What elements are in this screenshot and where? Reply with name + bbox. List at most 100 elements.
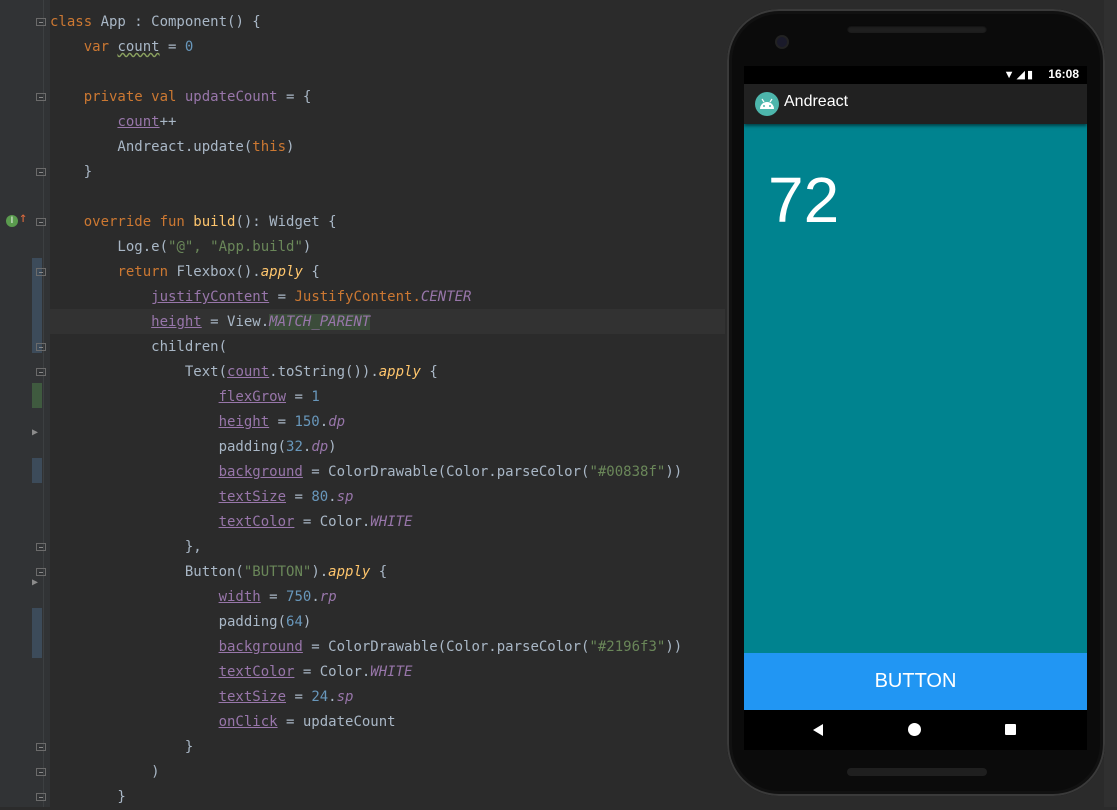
code-line[interactable]: override fun build(): Widget {: [50, 210, 682, 235]
fold-icon[interactable]: [36, 93, 46, 101]
code-line[interactable]: return Flexbox().apply {: [50, 260, 682, 285]
code-line[interactable]: },: [50, 535, 682, 560]
code-token: ++: [159, 114, 177, 130]
code-token: =: [269, 414, 295, 430]
code-token: 80: [311, 489, 329, 505]
code-line[interactable]: flexGrow = 1: [50, 385, 682, 410]
fold-icon[interactable]: [36, 218, 46, 226]
code-line[interactable]: padding(64): [50, 610, 682, 635]
change-marker[interactable]: [32, 608, 42, 658]
code-line[interactable]: count++: [50, 110, 682, 135]
deleted-marker-icon[interactable]: ▶: [32, 577, 38, 588]
fold-icon[interactable]: [36, 543, 46, 551]
fold-icon[interactable]: [36, 768, 46, 776]
home-icon[interactable]: [908, 723, 921, 736]
speaker-grille: [847, 768, 987, 776]
code-token: ): [328, 439, 337, 455]
fold-icon[interactable]: [36, 568, 46, 576]
recents-icon[interactable]: [1005, 724, 1016, 735]
code-token: WHITE: [370, 514, 413, 530]
code-line[interactable]: textColor = Color.WHITE: [50, 660, 682, 685]
code-token: }: [50, 739, 194, 755]
code-token: JustifyContent.: [294, 289, 421, 305]
scrollbar[interactable]: [1104, 0, 1117, 807]
code-line[interactable]: class App : Component() {: [50, 10, 682, 35]
code-token: ): [302, 239, 312, 255]
code-line[interactable]: textColor = Color.WHITE: [50, 510, 682, 535]
code-token: "#00838f": [589, 464, 666, 480]
code-line[interactable]: Andreact.update(this): [50, 135, 682, 160]
code-line[interactable]: textSize = 80.sp: [50, 485, 682, 510]
code-line[interactable]: private val updateCount = {: [50, 85, 682, 110]
code-token: apply: [260, 264, 303, 280]
code-line[interactable]: height = 150.dp: [50, 410, 682, 435]
fold-icon[interactable]: [36, 368, 46, 376]
code-token: CENTER: [420, 289, 472, 305]
code-token: apply: [328, 564, 371, 580]
code-token: {: [420, 364, 438, 380]
code-token: dp: [311, 439, 329, 455]
fold-icon[interactable]: [36, 268, 46, 276]
code-token: children(: [50, 339, 228, 355]
code-token: 64: [286, 614, 303, 630]
count-text: 72: [768, 164, 840, 236]
code-line[interactable]: background = ColorDrawable(Color.parseCo…: [50, 460, 683, 485]
added-marker[interactable]: [32, 383, 42, 408]
fold-icon[interactable]: [36, 168, 46, 176]
code-line[interactable]: height = View.MATCH_PARENT: [50, 310, 682, 335]
code-token: MATCH_PARENT: [269, 314, 371, 330]
code-token: App : Component() {: [100, 14, 261, 30]
code-line[interactable]: Text(count.toString()).apply {: [50, 360, 682, 385]
fold-icon[interactable]: [36, 743, 46, 751]
deleted-marker-icon[interactable]: ▶: [32, 427, 38, 438]
code-token: "#2196f3": [589, 639, 666, 655]
code-token: count: [227, 364, 270, 380]
change-marker[interactable]: [32, 458, 42, 483]
fold-icon[interactable]: [36, 793, 46, 801]
code-token: =: [286, 389, 312, 405]
phone-screen[interactable]: ▼◢▮ 16:08 Andreact 72 BUTTON: [744, 66, 1087, 750]
code-token: this: [252, 139, 287, 155]
code-token: height: [151, 314, 202, 330]
speaker-grille: [847, 25, 987, 33]
code-line[interactable]: [50, 60, 682, 85]
code-line[interactable]: justifyContent = JustifyContent.CENTER: [50, 285, 682, 310]
code-token: justifyContent: [151, 289, 270, 305]
fold-icon[interactable]: [36, 343, 46, 351]
code-line[interactable]: var count = 0: [50, 35, 682, 60]
code-text[interactable]: class App : Component() { var count = 0 …: [50, 10, 682, 810]
code-line[interactable]: width = 750.rp: [50, 585, 682, 610]
code-token: {: [302, 264, 320, 280]
code-line[interactable]: background = ColorDrawable(Color.parseCo…: [50, 635, 683, 660]
code-line[interactable]: }: [50, 785, 682, 810]
code-token: }: [50, 789, 126, 805]
code-line[interactable]: Log.e("@", "App.build"): [50, 235, 682, 260]
code-token: =: [260, 589, 287, 605]
code-line[interactable]: Button("BUTTON").apply {: [50, 560, 682, 585]
code-line[interactable]: }: [50, 735, 682, 760]
code-line[interactable]: }: [50, 160, 682, 185]
status-time: 16:08: [1048, 67, 1079, 81]
code-token: return: [117, 264, 177, 280]
code-line[interactable]: textSize = 24.sp: [50, 685, 682, 710]
code-token: =: [159, 39, 185, 55]
code-token: .: [319, 414, 329, 430]
code-line[interactable]: padding(32.dp): [50, 435, 682, 460]
increment-button[interactable]: BUTTON: [744, 653, 1087, 710]
code-editor[interactable]: ▶ ▶ I ↑ class App : Component() { var cou…: [0, 0, 725, 807]
code-token: ): [286, 139, 295, 155]
code-token: background: [218, 639, 303, 655]
code-token: padding(: [50, 439, 287, 455]
code-line[interactable]: onClick = updateCount: [50, 710, 682, 735]
code-line[interactable]: ): [50, 760, 682, 785]
code-line[interactable]: children(: [50, 335, 682, 360]
back-icon[interactable]: [813, 724, 823, 736]
code-line[interactable]: [50, 185, 682, 210]
fold-icon[interactable]: [36, 18, 46, 26]
